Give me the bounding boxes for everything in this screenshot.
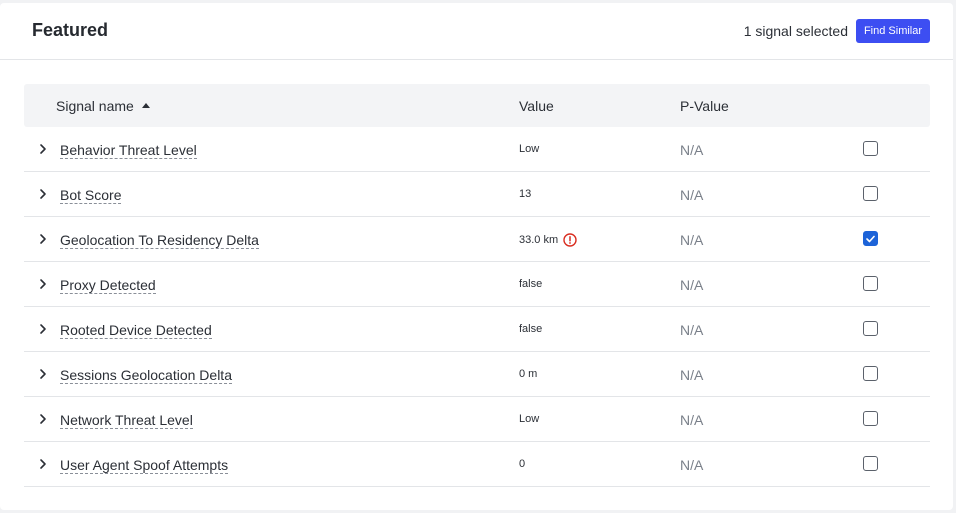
row-select-checkbox[interactable]: [863, 411, 878, 426]
table-row: Bot Score 13 N/A: [24, 172, 930, 217]
featured-panel: Featured 1 signal selected Find Similar …: [0, 3, 953, 510]
sort-ascending-icon[interactable]: [141, 103, 150, 108]
signal-name-link[interactable]: Sessions Geolocation Delta: [60, 367, 232, 384]
chevron-right-icon[interactable]: [38, 278, 48, 290]
table-row: Rooted Device Detected false N/A: [24, 307, 930, 352]
signal-value-text: Low: [519, 413, 540, 425]
column-header-pvalue: P-Value: [680, 98, 729, 114]
signal-value-text: 33.0 km: [519, 234, 559, 246]
signal-value: Low: [519, 143, 539, 155]
row-select-checkbox[interactable]: [863, 276, 878, 291]
signal-value: false: [519, 323, 542, 335]
signal-name-link[interactable]: Network Threat Level: [60, 412, 193, 429]
signal-pvalue: N/A: [680, 277, 704, 293]
alert-circle-icon: [563, 233, 577, 247]
signal-pvalue: N/A: [680, 142, 704, 158]
column-header-label: Signal name: [56, 98, 134, 114]
signals-table: Signal name Value P-Value Behavior Threa…: [24, 84, 930, 487]
signal-pvalue: N/A: [680, 187, 704, 203]
signal-name-link[interactable]: Rooted Device Detected: [60, 322, 212, 339]
signal-value: false: [519, 278, 542, 290]
signal-name-link[interactable]: Behavior Threat Level: [60, 142, 197, 159]
column-header-signal-name[interactable]: Signal name: [56, 98, 150, 114]
table-row: User Agent Spoof Attempts 0 N/A: [24, 442, 930, 487]
signal-value: 0 m: [519, 368, 537, 380]
chevron-right-icon[interactable]: [38, 188, 48, 200]
chevron-right-icon[interactable]: [38, 323, 48, 335]
table-row: Network Threat Level Low N/A: [24, 397, 930, 442]
signal-pvalue: N/A: [680, 367, 704, 383]
column-header-value: Value: [519, 98, 554, 114]
signal-pvalue: N/A: [680, 457, 704, 473]
signal-value-text: 0: [519, 458, 526, 470]
table-header: Signal name Value P-Value: [24, 84, 930, 127]
check-icon: [866, 235, 875, 242]
chevron-right-icon[interactable]: [38, 368, 48, 380]
row-select-checkbox[interactable]: [863, 366, 878, 381]
signal-name-link[interactable]: Geolocation To Residency Delta: [60, 232, 259, 249]
table-row: Geolocation To Residency Delta 33.0 km N/A: [24, 217, 930, 262]
signal-value-text: 13: [519, 188, 532, 200]
row-select-checkbox[interactable]: [863, 231, 878, 246]
signal-name-link[interactable]: Bot Score: [60, 187, 122, 204]
row-select-checkbox[interactable]: [863, 186, 878, 201]
signal-value-text: 0 m: [519, 368, 538, 380]
signal-value: Low: [519, 413, 539, 425]
signal-value: 13: [519, 188, 531, 200]
table-row: Sessions Geolocation Delta 0 m N/A: [24, 352, 930, 397]
signal-value-text: false: [519, 278, 543, 290]
signal-name-link[interactable]: Proxy Detected: [60, 277, 156, 294]
table-body: Behavior Threat Level Low N/A Bot Score 13 N/…: [24, 127, 930, 487]
table-row: Behavior Threat Level Low N/A: [24, 127, 930, 172]
selection-count: 1 signal selected: [743, 23, 848, 39]
chevron-right-icon[interactable]: [38, 413, 48, 425]
signal-name-link[interactable]: User Agent Spoof Attempts: [60, 457, 229, 474]
row-select-checkbox[interactable]: [863, 321, 878, 336]
signal-pvalue: N/A: [680, 412, 704, 428]
chevron-right-icon[interactable]: [38, 143, 48, 155]
signal-pvalue: N/A: [680, 232, 704, 248]
chevron-right-icon[interactable]: [38, 233, 48, 245]
panel-header: Featured 1 signal selected Find Similar: [0, 3, 953, 60]
signal-value: 0: [519, 458, 525, 470]
signal-value-text: false: [519, 323, 543, 335]
signal-value: 33.0 km: [519, 233, 577, 247]
signal-value-text: Low: [519, 143, 540, 155]
panel-title: Featured: [32, 20, 109, 40]
row-select-checkbox[interactable]: [863, 141, 878, 156]
find-similar-button[interactable]: Find Similar: [856, 19, 930, 43]
row-select-checkbox[interactable]: [863, 456, 878, 471]
chevron-right-icon[interactable]: [38, 458, 48, 470]
signal-pvalue: N/A: [680, 322, 704, 338]
table-row: Proxy Detected false N/A: [24, 262, 930, 307]
